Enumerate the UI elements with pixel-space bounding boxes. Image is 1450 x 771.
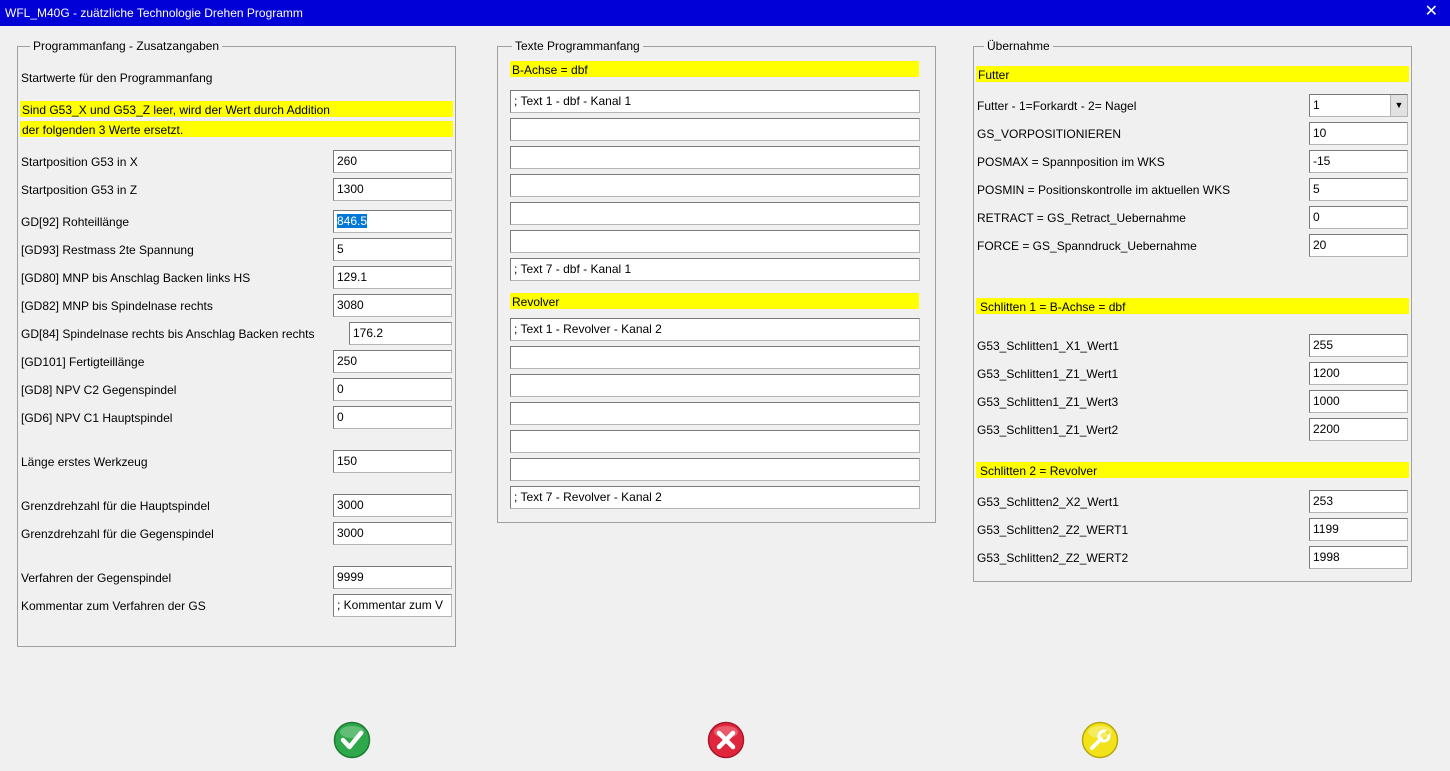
section-schlitten2: Schlitten 2 = Revolver (976, 462, 1409, 478)
group-legend: Programmanfang - Zusatzangaben (30, 39, 223, 53)
field-label: G53_Schlitten1_Z1_Wert1 (977, 367, 1119, 381)
field-label: G53_Schlitten2_X2_Wert1 (977, 495, 1119, 509)
schlitten2-z2-wert2-input[interactable]: 1998 (1309, 546, 1408, 569)
npv-c1-input[interactable]: 0 (333, 406, 452, 429)
schlitten2-x2-wert1-input[interactable]: 253 (1309, 490, 1408, 513)
field-label: Startposition G53 in X (21, 155, 138, 169)
text-input-r-3[interactable] (510, 374, 920, 397)
field-label: POSMAX = Spannposition im WKS (977, 155, 1165, 169)
selected-text: 846.5 (337, 214, 368, 228)
field-label: [GD82] MNP bis Spindelnase rechts (21, 299, 213, 313)
field-label: [GD101] Fertigteillänge (21, 355, 145, 369)
title-bar: WFL_M40G - zuätzliche Technologie Drehen… (0, 0, 1450, 26)
wrench-icon (1081, 721, 1119, 759)
section-revolver: Revolver (510, 293, 919, 309)
field-label: Kommentar zum Verfahren der GS (21, 599, 206, 613)
text-input-r-2[interactable] (510, 346, 920, 369)
text-input-r-7[interactable]: ; Text 7 - Revolver - Kanal 2 (510, 486, 920, 509)
field-label: G53_Schlitten1_Z1_Wert2 (977, 423, 1119, 437)
schlitten1-z1-wert1-input[interactable]: 1200 (1309, 362, 1408, 385)
text-input-b-6[interactable] (510, 230, 920, 253)
startpos-z-input[interactable]: 1300 (333, 178, 452, 201)
mnp-anschlag-input[interactable]: 129.1 (333, 266, 452, 289)
field-label: GD[92] Rohteillänge (21, 215, 130, 229)
tools-button[interactable] (1081, 721, 1119, 759)
field-label: [GD6] NPV C1 Hauptspindel (21, 411, 173, 425)
field-label: Grenzdrehzahl für die Gegenspindel (21, 527, 214, 541)
text-input-r-1[interactable]: ; Text 1 - Revolver - Kanal 2 (510, 318, 920, 341)
field-label: G53_Schlitten2_Z2_WERT1 (977, 523, 1129, 537)
field-label: RETRACT = GS_Retract_Uebernahme (977, 211, 1186, 225)
field-label: Verfahren der Gegenspindel (21, 571, 172, 585)
section-b-achse: B-Achse = dbf (510, 61, 919, 77)
verfahren-gs-input[interactable]: 9999 (333, 566, 452, 589)
spindelnase-anschlag-input[interactable]: 176.2 (349, 322, 452, 345)
checkmark-icon (333, 721, 371, 759)
mnp-spindelnase-input[interactable]: 3080 (333, 294, 452, 317)
field-label: [GD93] Restmass 2te Spannung (21, 243, 194, 257)
gs-vorpositionieren-input[interactable]: 10 (1309, 122, 1408, 145)
field-label: FORCE = GS_Spanndruck_Uebernahme (977, 239, 1197, 253)
retract-input[interactable]: 0 (1309, 206, 1408, 229)
section-futter: Futter (976, 66, 1409, 82)
field-label: POSMIN = Positionskontrolle im aktuellen… (977, 183, 1231, 197)
field-label: G53_Schlitten1_X1_Wert1 (977, 339, 1119, 353)
grenzdrehzahl-haupt-input[interactable]: 3000 (333, 494, 452, 517)
field-label: Startposition G53 in Z (21, 183, 138, 197)
field-label: [GD8] NPV C2 Gegenspindel (21, 383, 177, 397)
rohteillaenge-input[interactable]: 846.5 (333, 210, 452, 233)
schlitten1-x1-wert1-input[interactable]: 255 (1309, 334, 1408, 357)
text-input-r-5[interactable] (510, 430, 920, 453)
cross-icon (707, 721, 745, 759)
group-legend: Übernahme (984, 39, 1053, 53)
force-input[interactable]: 20 (1309, 234, 1408, 257)
cancel-button[interactable] (707, 721, 745, 759)
kommentar-gs-input[interactable]: ; Kommentar zum V (333, 594, 452, 617)
field-label: GD[84] Spindelnase rechts bis Anschlag B… (21, 327, 315, 341)
field-label: G53_Schlitten1_Z1_Wert3 (977, 395, 1119, 409)
intro-label: Startwerte für den Programmanfang (21, 71, 213, 85)
field-label: Grenzdrehzahl für die Hauptspindel (21, 499, 210, 513)
section-schlitten1: Schlitten 1 = B-Achse = dbf (976, 298, 1409, 314)
window-title: WFL_M40G - zuätzliche Technologie Drehen… (5, 6, 303, 20)
text-input-b-1[interactable]: ; Text 1 - dbf - Kanal 1 (510, 90, 920, 113)
text-input-r-4[interactable] (510, 402, 920, 425)
fertigteillaenge-input[interactable]: 250 (333, 350, 452, 373)
text-input-b-2[interactable] (510, 118, 920, 141)
note-highlight-1: Sind G53_X und G53_Z leer, wird der Wert… (20, 101, 453, 117)
futter-select-value: 1 (1313, 98, 1320, 112)
text-input-r-6[interactable] (510, 458, 920, 481)
field-label: GS_VORPOSITIONIEREN (977, 127, 1122, 141)
laenge-werkzeug-input[interactable]: 150 (333, 450, 452, 473)
schlitten1-z1-wert3-input[interactable]: 1000 (1309, 390, 1408, 413)
grenzdrehzahl-gegen-input[interactable]: 3000 (333, 522, 452, 545)
schlitten1-z1-wert2-input[interactable]: 2200 (1309, 418, 1408, 441)
text-input-b-7[interactable]: ; Text 7 - dbf - Kanal 1 (510, 258, 920, 281)
text-input-b-5[interactable] (510, 202, 920, 225)
restmass-input[interactable]: 5 (333, 238, 452, 261)
posmin-input[interactable]: 5 (1309, 178, 1408, 201)
field-label: Futter - 1=Forkardt - 2= Nagel (977, 99, 1137, 113)
close-icon[interactable]: ✕ (1425, 4, 1438, 20)
text-input-b-4[interactable] (510, 174, 920, 197)
field-label: [GD80] MNP bis Anschlag Backen links HS (21, 271, 251, 285)
group-legend: Texte Programmanfang (512, 39, 643, 53)
startpos-x-input[interactable]: 260 (333, 150, 452, 173)
npv-c2-input[interactable]: 0 (333, 378, 452, 401)
futter-select[interactable]: 1 ▼ (1309, 94, 1408, 117)
field-label: G53_Schlitten2_Z2_WERT2 (977, 551, 1129, 565)
note-highlight-2: der folgenden 3 Werte ersetzt. (20, 121, 453, 137)
chevron-down-icon[interactable]: ▼ (1390, 95, 1407, 116)
text-input-b-3[interactable] (510, 146, 920, 169)
schlitten2-z2-wert1-input[interactable]: 1199 (1309, 518, 1408, 541)
posmax-input[interactable]: -15 (1309, 150, 1408, 173)
ok-button[interactable] (333, 721, 371, 759)
field-label: Länge erstes Werkzeug (21, 455, 148, 469)
